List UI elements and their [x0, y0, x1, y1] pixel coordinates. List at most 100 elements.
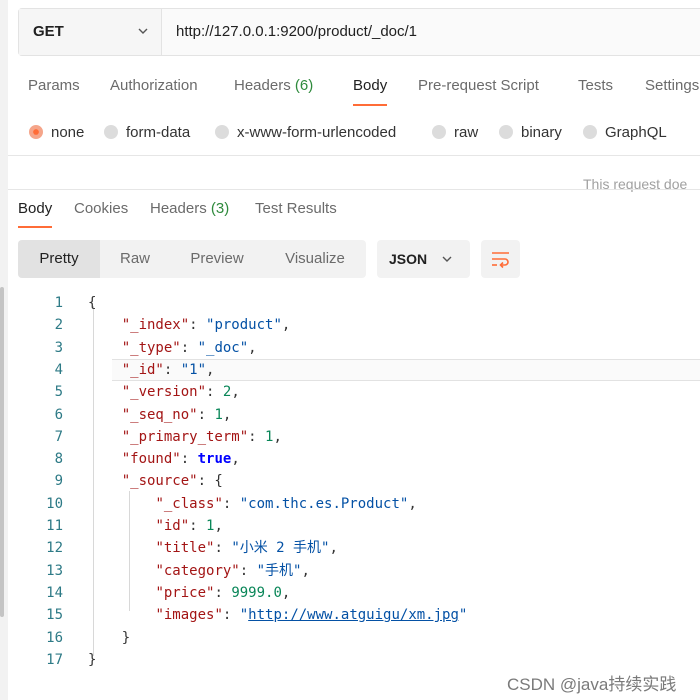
- line-number: 13: [46, 562, 63, 579]
- radio-raw[interactable]: raw: [432, 122, 478, 142]
- code-line: 14 "price": 9999.0,: [0, 582, 700, 604]
- view-pretty-button[interactable]: Pretty: [18, 240, 100, 278]
- code-line: 9 "_source": {: [0, 470, 700, 492]
- chevron-down-icon: [138, 28, 148, 34]
- response-code-viewer[interactable]: 1{2 "_index": "product", 3 "_type": "_doc…: [0, 292, 700, 672]
- line-number: 8: [54, 451, 63, 468]
- line-number: 16: [46, 629, 63, 646]
- code-text: "_seq_no": 1,: [121, 406, 232, 423]
- wrap-lines-button[interactable]: [481, 240, 520, 278]
- tab-tests[interactable]: Tests: [578, 77, 613, 94]
- divider: [8, 189, 700, 190]
- code-text: "_class": "com.thc.es.Product",: [155, 495, 417, 512]
- line-number: 6: [54, 406, 63, 423]
- radio-icon: [104, 125, 118, 139]
- watermark: CSDN @java持续实践: [507, 675, 677, 694]
- code-line: 17}: [0, 649, 700, 671]
- chevron-down-icon: [442, 256, 452, 262]
- response-tab-headers[interactable]: Headers (3): [150, 200, 229, 217]
- format-label: JSON: [389, 251, 428, 267]
- radio-label: form-data: [126, 123, 191, 141]
- code-line: 6 "_seq_no": 1,: [0, 404, 700, 426]
- line-number: 2: [54, 317, 63, 334]
- code-line: 13 "category": "手机",: [0, 560, 700, 582]
- code-line: 12 "title": "小米 2 手机",: [0, 537, 700, 559]
- code-text: "found": true,: [121, 451, 240, 468]
- radio-icon: [215, 125, 229, 139]
- radio-label: binary: [521, 123, 562, 141]
- method-select[interactable]: GET: [19, 9, 162, 55]
- view-preview-button[interactable]: Preview: [178, 240, 256, 278]
- code-text: "id": 1,: [155, 518, 223, 534]
- line-number: 3: [54, 339, 63, 356]
- radio-icon: [583, 125, 597, 139]
- wrap-lines-icon: [492, 252, 509, 269]
- radio-label: GraphQL: [605, 123, 667, 141]
- line-number: 15: [46, 607, 63, 624]
- line-number: 1: [54, 295, 63, 311]
- radio-label: none: [51, 123, 85, 141]
- code-line: 10 "_class": "com.thc.es.Product",: [0, 493, 700, 515]
- code-line: 7 "_primary_term": 1,: [0, 426, 700, 448]
- line-number: 4: [54, 361, 63, 378]
- code-text: "_version": 2,: [121, 384, 240, 401]
- code-line: 16 }: [0, 627, 700, 649]
- radio-graphql[interactable]: GraphQL: [583, 122, 667, 142]
- code-text: "_id": "1",: [121, 361, 215, 378]
- radio-label: x-www-form-urlencoded: [237, 123, 397, 141]
- line-number: 5: [54, 384, 63, 401]
- response-headers-count: (3): [210, 200, 230, 217]
- code-line: 1{: [0, 292, 700, 314]
- radio-binary[interactable]: binary: [499, 122, 562, 142]
- code-line: 11 "id": 1,: [0, 515, 700, 537]
- method-label: GET: [33, 23, 64, 40]
- tab-body[interactable]: Body: [353, 77, 388, 106]
- line-number: 10: [46, 495, 63, 512]
- code-text: "_primary_term": 1,: [121, 428, 282, 445]
- code-line: 15 "images": "http://www.atguigu/xm.jpg": [0, 604, 700, 626]
- radio-label: raw: [454, 123, 479, 141]
- view-visualize-button[interactable]: Visualize: [270, 240, 360, 278]
- line-number: 9: [54, 473, 63, 490]
- radio-x-www-form-urlencoded[interactable]: x-www-form-urlencoded: [215, 122, 396, 142]
- response-tab-test-results[interactable]: Test Results: [255, 200, 337, 217]
- line-number: 12: [46, 540, 63, 557]
- code-line: 3 "_type": "_doc",: [0, 337, 700, 359]
- line-number: 11: [46, 518, 63, 534]
- tab-headers[interactable]: Headers (6): [234, 77, 313, 94]
- radio-selected-icon: [29, 125, 43, 139]
- code-line: 2 "_index": "product",: [0, 314, 700, 336]
- radio-icon: [499, 125, 513, 139]
- radio-form-data[interactable]: form-data: [104, 122, 190, 142]
- format-select[interactable]: JSON: [377, 240, 470, 278]
- line-number: 14: [46, 584, 63, 601]
- code-text: "images": "http://www.atguigu/xm.jpg": [155, 607, 468, 624]
- code-text: {: [88, 295, 97, 311]
- code-line: 8 "found": true,: [0, 448, 700, 470]
- response-tab-body[interactable]: Body: [18, 200, 53, 228]
- line-number: 7: [54, 428, 63, 445]
- code-text: "category": "手机",: [155, 562, 310, 579]
- code-text: "_index": "product",: [121, 317, 291, 334]
- url-input[interactable]: http://127.0.0.1:9200/product/_doc/1: [176, 23, 417, 40]
- tab-authorization[interactable]: Authorization: [110, 77, 198, 94]
- code-text: "_source": {: [121, 473, 223, 490]
- divider: [8, 155, 700, 156]
- code-text: }: [88, 629, 131, 646]
- request-bar: GET http://127.0.0.1:9200/product/_doc/1: [18, 8, 700, 56]
- view-mode-selector: Pretty Raw Preview Visualize: [18, 240, 366, 278]
- response-tab-cookies[interactable]: Cookies: [74, 200, 128, 217]
- code-text: }: [88, 651, 97, 668]
- code-text: "price": 9999.0,: [155, 584, 291, 601]
- line-number: 17: [46, 651, 63, 668]
- code-line: 4 "_id": "1",: [0, 358, 700, 381]
- view-raw-button[interactable]: Raw: [103, 240, 167, 278]
- tab-params[interactable]: Params: [28, 77, 80, 94]
- code-text: "title": "小米 2 手机",: [155, 540, 338, 557]
- tab-pre-request-script[interactable]: Pre-request Script: [418, 77, 539, 94]
- radio-icon: [432, 125, 446, 139]
- code-text: "_type": "_doc",: [121, 339, 257, 356]
- tab-settings[interactable]: Settings: [645, 77, 699, 94]
- headers-count: (6): [294, 77, 314, 94]
- radio-none[interactable]: none: [29, 122, 84, 142]
